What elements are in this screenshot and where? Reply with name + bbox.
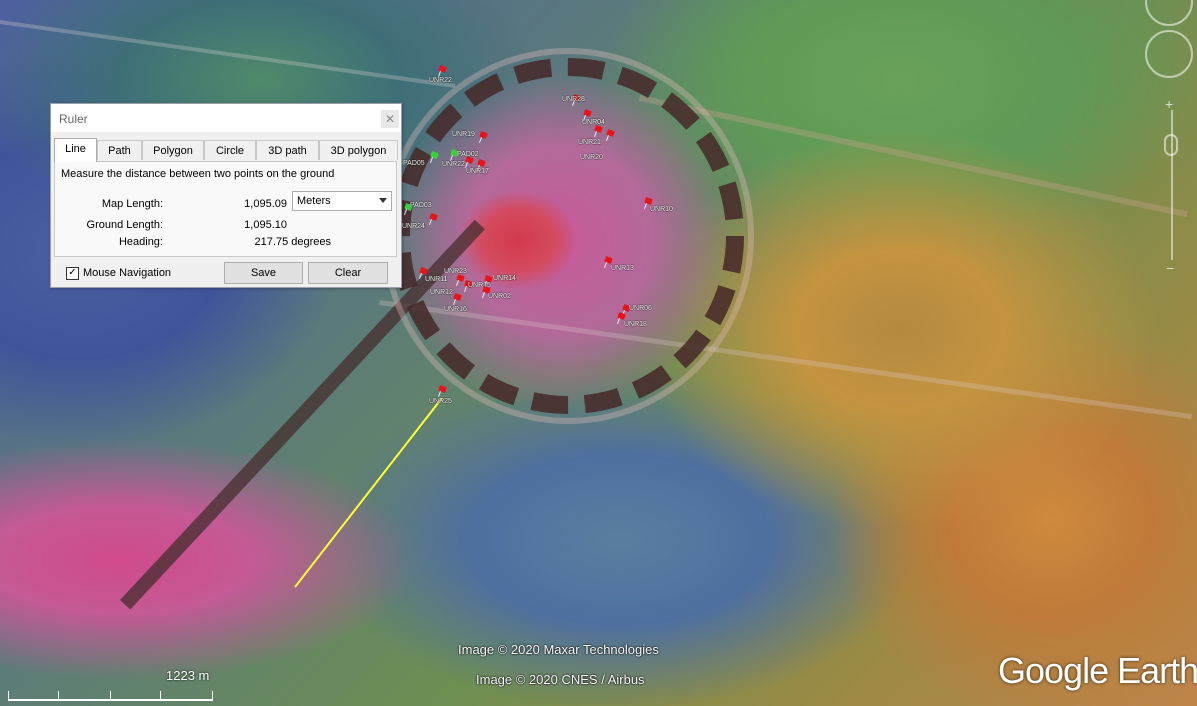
ruler-title: Ruler <box>59 112 88 126</box>
map-length-value: 1,095.09 <box>244 198 287 210</box>
google-earth-logo: Google Earth <box>998 650 1197 691</box>
placemark-label: UNR11 <box>425 276 448 283</box>
zoom-out-icon[interactable]: − <box>1166 260 1174 276</box>
placemark-label: UNR23 <box>444 268 467 275</box>
placemark-label: UNR25 <box>429 398 452 405</box>
map-length-label: Map Length: <box>101 198 163 210</box>
tab-polygon[interactable]: Polygon <box>142 140 204 160</box>
placemark-pin-icon[interactable] <box>438 384 447 397</box>
tab-line[interactable]: Line <box>54 138 97 162</box>
placemark-pin-icon[interactable] <box>456 273 465 286</box>
placemark-label: UNR16 <box>444 306 467 313</box>
heading-label: Heading: <box>118 236 163 248</box>
placemark-label: UNR20 <box>580 154 603 161</box>
placemark-label: UNR21 <box>578 139 601 146</box>
ground-length-value: 1,095.10 <box>244 219 287 231</box>
imagery-credit-maxar: Image © 2020 Maxar Technologies <box>458 642 659 657</box>
placemark-pin-icon[interactable] <box>429 212 438 225</box>
heading-value: 217.75 degrees <box>254 236 331 248</box>
tab-path[interactable]: Path <box>97 140 142 160</box>
placemark-label: UNR22 <box>442 161 465 168</box>
save-button[interactable]: Save <box>224 262 303 284</box>
move-joystick-icon[interactable] <box>1145 30 1193 78</box>
close-icon[interactable]: ✕ <box>381 110 399 128</box>
placemark-label: UNR12 <box>430 289 453 296</box>
zoom-slider[interactable]: + − <box>1165 96 1175 276</box>
placemark-pin-icon[interactable] <box>430 150 439 163</box>
placemark-pin-icon[interactable] <box>594 124 603 137</box>
placemark-label: UNR02 <box>488 293 511 300</box>
chevron-down-icon <box>379 198 387 203</box>
placemark-pin-icon[interactable] <box>617 311 626 324</box>
mouse-navigation-label[interactable]: Mouse Navigation <box>83 267 171 279</box>
tab-circle[interactable]: Circle <box>204 140 256 160</box>
placemark-label: UNR18 <box>624 321 647 328</box>
placemark-label: PAD05 <box>403 160 425 167</box>
ruler-line-segment <box>294 397 443 588</box>
placemark-pin-icon[interactable] <box>438 64 447 77</box>
placemark-label: UNR14 <box>493 275 516 282</box>
unit-selected: Meters <box>297 195 331 207</box>
tab-3d-polygon[interactable]: 3D polygon <box>319 140 398 160</box>
placemark-pin-icon[interactable] <box>479 130 488 143</box>
placemark-label: PAD03 <box>410 202 432 209</box>
ruler-tabs: Line Path Polygon Circle 3D path 3D poly… <box>54 138 398 162</box>
zoom-in-icon[interactable]: + <box>1165 96 1173 112</box>
unit-dropdown[interactable]: Meters <box>292 191 392 211</box>
scale-label: 1223 m <box>166 668 210 683</box>
placemark-label: UNR10 <box>650 206 673 213</box>
imagery-credit-cnes: Image © 2020 CNES / Airbus <box>476 672 645 687</box>
placemark-label: UNR22 <box>429 77 452 84</box>
placemark-label: UNR13 <box>611 265 634 272</box>
placemark-pin-icon[interactable] <box>453 292 462 305</box>
placemark-label: UNR19 <box>452 131 475 138</box>
tab-3d-path[interactable]: 3D path <box>256 140 319 160</box>
placemark-pin-icon[interactable] <box>465 155 474 168</box>
placemark-label: UNR28 <box>562 96 585 103</box>
placemark-label: UNR24 <box>402 223 425 230</box>
scale-bar: 1223 m <box>0 668 220 705</box>
placemark-pin-icon[interactable] <box>606 128 615 141</box>
placemark-label: UNR04 <box>582 119 605 126</box>
placemark-label: UNR06 <box>629 305 652 312</box>
line-tab-panel: Measure the distance between two points … <box>54 161 397 257</box>
ruler-description: Measure the distance between two points … <box>61 168 335 180</box>
street-view-pegman-icon[interactable] <box>1164 134 1178 156</box>
ground-length-label: Ground Length: <box>86 219 163 231</box>
ruler-dialog[interactable]: Ruler ✕ Line Path Polygon Circle 3D path… <box>50 103 402 288</box>
placemark-label: UNR17 <box>466 168 489 175</box>
clear-button[interactable]: Clear <box>308 262 388 284</box>
mouse-navigation-checkbox[interactable]: ✓ <box>66 267 79 280</box>
ruler-titlebar[interactable]: Ruler ✕ <box>51 104 401 132</box>
